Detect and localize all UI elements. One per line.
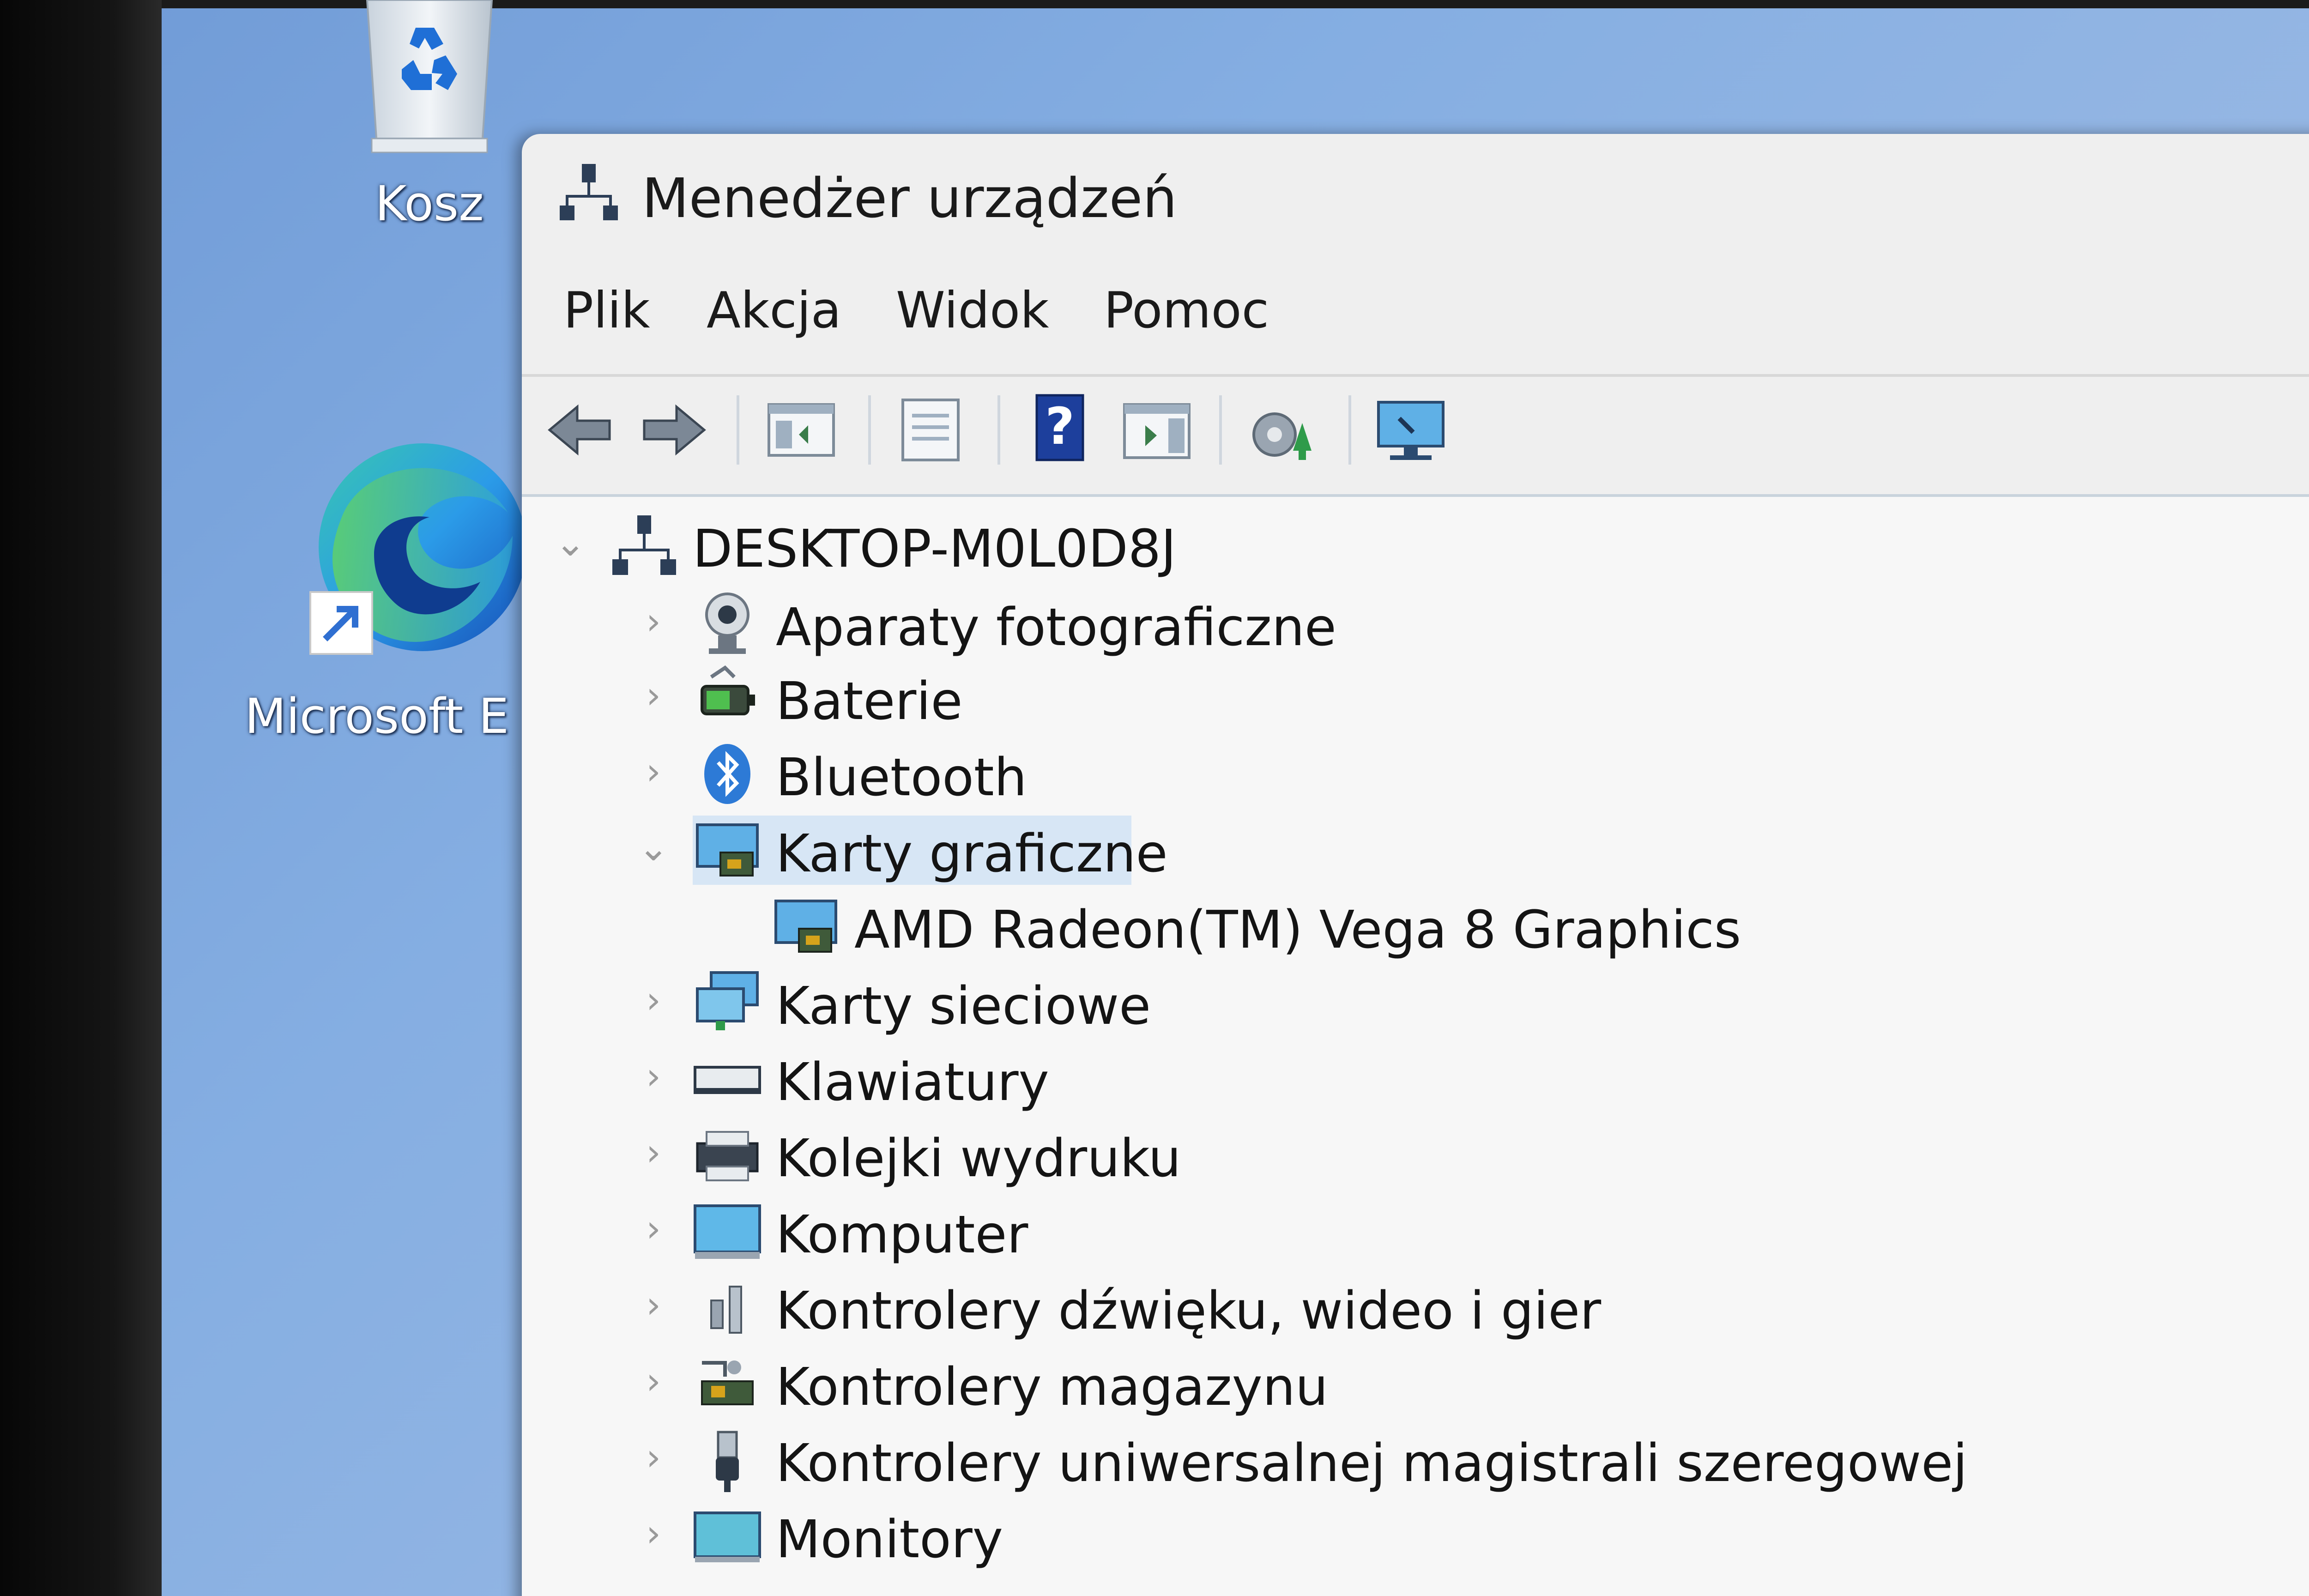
toolbar-separator [868,395,871,465]
tree-item-batteries[interactable]: › Baterie [633,663,1833,732]
tree-item-sound-controllers[interactable]: › Kontrolery dźwięku, wideo i gier [633,1273,1926,1342]
tree-item-label: Aparaty fotograficzne [776,598,1336,658]
device-manager-window: Menedżer urządzeń Plik Akcja Widok Pomoc [522,134,2309,1596]
display-adapter-icon [771,892,840,961]
desktop-icon-label: Microsoft E [245,688,509,744]
chevron-right-icon[interactable]: › [633,1282,674,1328]
storage-controller-icon [693,1349,762,1418]
desktop-icon-edge[interactable]: Microsoft E [231,439,554,744]
network-adapter-icon [693,968,762,1037]
tree-item-cameras[interactable]: › Aparaty fotograficzne [633,589,1833,659]
toolbar-separator [1348,395,1351,465]
camera-icon [693,589,762,659]
chevron-right-icon[interactable]: › [633,672,674,719]
chevron-right-icon[interactable]: › [633,1434,674,1481]
menu-plik[interactable]: Plik [563,282,650,339]
chevron-right-icon[interactable]: › [633,1358,674,1404]
monitor-icon [693,1501,762,1571]
usb-icon [693,1425,762,1494]
title-bar[interactable]: Menedżer urządzeń [522,134,2309,240]
toolbar-separator [997,395,1000,465]
toolbar-separator [737,395,739,465]
chevron-right-icon[interactable]: › [633,749,674,795]
tree-item-label: Karty sieciowe [776,976,1151,1036]
edge-browser-icon [309,439,531,656]
display-adapter-icon [693,816,762,885]
tree-item-label: Kontrolery uniwersalnej magistrali szere… [776,1433,1968,1493]
chevron-right-icon[interactable]: › [633,1511,674,1557]
tree-item-label: Bluetooth [776,748,1027,808]
chevron-right-icon[interactable]: › [633,977,674,1023]
tree-item-keyboards[interactable]: › Klawiatury [633,1044,1833,1113]
tree-item-computer[interactable]: › Komputer [633,1197,1833,1266]
keyboard-icon [693,1044,762,1113]
tree-item-label: Baterie [776,671,963,732]
toolbar-separator [1219,395,1222,465]
tree-item-monitors[interactable]: › Monitory [633,1501,1926,1571]
window-title: Menedżer urządzeń [642,166,1178,230]
menu-pomoc[interactable]: Pomoc [1104,282,1269,339]
menu-widok[interactable]: Widok [896,282,1049,339]
desktop-icon-recycle-bin[interactable]: Kosz [337,0,522,232]
show-hide-console-tree-icon[interactable] [762,391,840,469]
bluetooth-icon [693,739,762,809]
tree-item-label: Kontrolery magazynu [776,1357,1328,1417]
tree-item-label: Kontrolery dźwięku, wideo i gier [776,1281,1602,1341]
battery-icon [693,663,762,732]
update-driver-icon[interactable] [1242,391,1321,469]
svg-text:?: ? [1045,397,1075,456]
tree-item-label: Monitory [776,1510,1003,1570]
tree-item-label: AMD Radeon(TM) Vega 8 Graphics [854,900,1741,960]
toolbar: ? [522,374,2309,492]
tree-item-storage-controllers[interactable]: › Kontrolery magazynu [633,1349,1926,1418]
chevron-right-icon[interactable]: › [633,1206,674,1252]
tree-root-label: DESKTOP-M0L0D8J [693,519,1176,579]
desktop-icon-label: Kosz [375,175,484,232]
tree-item-bluetooth[interactable]: › Bluetooth [633,739,1833,809]
computer-network-icon [610,511,679,580]
recycle-bin-icon [358,0,501,157]
action-pane-icon[interactable] [1118,391,1196,469]
properties-icon[interactable] [891,391,970,469]
tree-item-label: Karty graficzne [776,824,1168,884]
chevron-right-icon[interactable]: › [633,1053,674,1100]
chevron-down-icon[interactable]: ⌄ [633,825,674,871]
menu-akcja[interactable]: Akcja [707,282,841,339]
tree-item-label: Klawiatury [776,1052,1049,1112]
shortcut-arrow-icon [309,591,373,655]
scan-hardware-icon[interactable] [1372,391,1450,469]
monitor-bezel [0,0,162,1596]
chevron-right-icon[interactable]: › [633,1130,674,1176]
chevron-right-icon[interactable]: › [633,598,674,645]
device-tree: ⌄ DESKTOP-M0L0D8J › Aparaty fotograficzn… [522,494,2309,1596]
tree-item-display-adapters[interactable]: ⌄ Karty graficzne [633,816,1833,885]
back-icon[interactable] [540,391,619,469]
help-icon[interactable]: ? [1021,391,1099,469]
printer-icon [693,1120,762,1190]
tree-item-amd-radeon[interactable]: AMD Radeon(TM) Vega 8 Graphics [716,892,1916,961]
tree-item-label: Komputer [776,1205,1028,1265]
tree-item-print-queues[interactable]: › Kolejki wydruku [633,1120,1833,1190]
forward-icon[interactable] [635,391,713,469]
tree-root[interactable]: ⌄ DESKTOP-M0L0D8J [550,511,1196,580]
tree-item-label: Kolejki wydruku [776,1129,1181,1189]
chevron-down-icon[interactable]: ⌄ [550,520,591,566]
sound-icon [693,1273,762,1342]
computer-icon [693,1197,762,1266]
screen: Kosz Microsoft E Menedżer urządzeń Plik … [0,0,2309,1596]
tree-item-usb-controllers[interactable]: › Kontrolery uniwersalnej magistrali sze… [633,1425,2203,1494]
device-manager-icon [559,162,619,222]
tree-item-network-adapters[interactable]: › Karty sieciowe [633,968,1833,1037]
